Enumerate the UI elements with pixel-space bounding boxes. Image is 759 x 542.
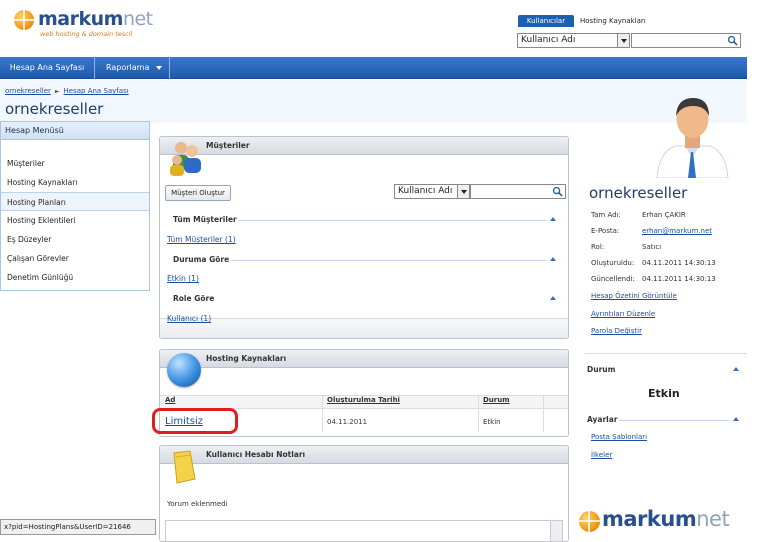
- collapse-arrow-icon[interactable]: [550, 257, 556, 261]
- settings-box-title: Ayarlar: [587, 415, 618, 424]
- header: markumnet web hosting & domain tescil Ku…: [0, 0, 759, 56]
- customers-search-select-value: Kullanıcı Adı: [398, 186, 453, 196]
- section-divider: [619, 420, 729, 421]
- profile-label-updated: Güncellendi:: [591, 275, 635, 283]
- section-divider: [238, 220, 546, 221]
- search-icon[interactable]: [727, 35, 738, 46]
- customers-panel-title: Müşteriler: [160, 137, 568, 155]
- profile-label-email: E-Posta:: [591, 227, 620, 235]
- link-active-customers[interactable]: Etkin (1): [167, 274, 199, 283]
- caret-down-icon: [156, 66, 162, 70]
- header-search-select-value: Kullanıcı Adı: [521, 35, 576, 45]
- column-created-date[interactable]: Oluşturulma Tarihi: [327, 396, 400, 404]
- header-search-input[interactable]: [631, 33, 741, 48]
- account-menu: Hesap Menüsü Müşteriler Hosting Kaynakla…: [0, 121, 150, 291]
- notes-scrollbar[interactable]: [550, 521, 562, 541]
- menu-item-hosting-addons[interactable]: Hosting Eklentileri: [1, 211, 149, 230]
- link-edit-details[interactable]: Ayrıntıları Düzenle: [591, 310, 655, 318]
- chevron-down-icon[interactable]: [617, 34, 629, 47]
- highlight-annotation: [152, 408, 238, 434]
- status-box-title: Durum: [587, 365, 616, 374]
- hosting-row-status: Etkin: [483, 418, 501, 426]
- link-change-password[interactable]: Parola Değiştir: [591, 327, 642, 335]
- hosting-panel-title: Hosting Kaynakları: [160, 350, 568, 368]
- link-all-customers[interactable]: Tüm Müşteriler (1): [167, 235, 236, 244]
- collapse-arrow-icon[interactable]: [550, 217, 556, 221]
- profile-value-email[interactable]: erhan@markum.net: [642, 227, 712, 235]
- users-icon: [170, 142, 201, 176]
- logo-brand: markumnet: [38, 8, 153, 30]
- account-menu-title: Hesap Menüsü: [1, 122, 149, 140]
- page-title: ornekreseller: [5, 100, 104, 118]
- link-user-role[interactable]: Kullanıcı (1): [167, 314, 211, 323]
- profile-label-role: Rol:: [591, 243, 605, 251]
- user-avatar: [656, 98, 729, 178]
- note-icon: [173, 450, 196, 484]
- menu-item-running-tasks[interactable]: Çalışan Görevler: [1, 249, 149, 268]
- hosting-row-created: 04.11.2011: [327, 418, 368, 426]
- menu-item-peers[interactable]: Eş Düzeyler: [1, 230, 149, 249]
- table-column-divider: [543, 395, 544, 432]
- logo-tagline: web hosting & domain tescil: [40, 30, 133, 38]
- table-column-divider: [322, 395, 323, 432]
- profile-value-created: 04.11.2011 14:30:13: [642, 259, 716, 267]
- status-box-value: Etkin: [648, 387, 680, 400]
- nav-reports[interactable]: Raporlama: [96, 57, 170, 79]
- notes-empty-text: Yorum eklenmedi: [167, 500, 228, 508]
- markum-logo[interactable]: markumnet web hosting & domain tescil: [12, 8, 182, 42]
- customers-panel-footer: [160, 318, 568, 338]
- profile-value-fullname: Erhan ÇAKIR: [642, 211, 686, 219]
- profile-label-fullname: Tam Adı:: [591, 211, 621, 219]
- footer-markum-logo: markumnet: [578, 507, 748, 539]
- footer-logo-brand: markumnet: [602, 507, 730, 531]
- collapse-arrow-icon[interactable]: [733, 417, 739, 421]
- chevron-down-icon[interactable]: [457, 185, 469, 198]
- menu-item-customers[interactable]: Müşteriler: [1, 154, 149, 173]
- breadcrumb-item-reseller[interactable]: ornekreseller: [5, 87, 51, 95]
- section-all-customers-title: Tüm Müşteriler: [173, 215, 237, 224]
- nav-account-home[interactable]: Hesap Ana Sayfası: [0, 57, 95, 79]
- section-divider: [231, 260, 546, 261]
- breadcrumb-separator-icon: ►: [54, 88, 60, 95]
- link-view-account-summary[interactable]: Hesap Özetini Görüntüle: [591, 292, 677, 300]
- tab-hosting-resources[interactable]: Hosting Kaynakları: [580, 15, 646, 27]
- profile-value-updated: 04.11.2011 14:30:13: [642, 275, 716, 283]
- right-column-divider: [585, 353, 747, 354]
- profile-value-role: Satıcı: [642, 243, 662, 251]
- link-mail-templates[interactable]: Posta Şablonları: [591, 433, 647, 441]
- profile-name: ornekreseller: [589, 184, 688, 202]
- column-status[interactable]: Durum: [483, 396, 510, 404]
- globe-icon: [579, 511, 600, 532]
- globe-icon: [14, 10, 34, 30]
- profile-label-created: Oluşturuldu:: [591, 259, 635, 267]
- customers-search-select[interactable]: Kullanıcı Adı: [394, 184, 470, 199]
- notes-panel-title: Kullanıcı Hesabı Notları: [160, 446, 568, 464]
- hosting-globe-icon: [167, 353, 201, 387]
- collapse-arrow-icon[interactable]: [550, 296, 556, 300]
- breadcrumb-item-home[interactable]: Hesap Ana Sayfası: [64, 87, 129, 95]
- table-column-divider: [478, 395, 479, 432]
- breadcrumb: ornekreseller ► Hesap Ana Sayfası: [5, 87, 129, 95]
- menu-item-hosting-resources[interactable]: Hosting Kaynakları: [1, 173, 149, 192]
- menu-item-hosting-plans[interactable]: Hosting Planları: [1, 192, 149, 211]
- search-icon[interactable]: [552, 186, 563, 197]
- section-by-role-title: Role Göre: [173, 294, 215, 303]
- customers-search-input[interactable]: [470, 184, 566, 199]
- main-nav-bar: Hesap Ana Sayfası Raporlama: [0, 57, 747, 79]
- link-policies[interactable]: İlkeler: [591, 451, 612, 459]
- notes-textarea[interactable]: [165, 520, 563, 542]
- tab-users[interactable]: Kullanıcılar: [518, 15, 574, 27]
- create-customer-button[interactable]: Müşteri Oluştur: [165, 185, 231, 201]
- header-search-select[interactable]: Kullanıcı Adı: [517, 33, 630, 48]
- section-by-status-title: Duruma Göre: [173, 255, 230, 264]
- collapse-arrow-icon[interactable]: [733, 367, 739, 371]
- browser-status-bar: x?pid=HostingPlans&UserID=21646: [0, 519, 156, 535]
- nav-reports-label: Raporlama: [106, 63, 150, 72]
- menu-item-audit-log[interactable]: Denetim Günlüğü: [1, 268, 149, 287]
- column-name[interactable]: Ad: [165, 396, 175, 404]
